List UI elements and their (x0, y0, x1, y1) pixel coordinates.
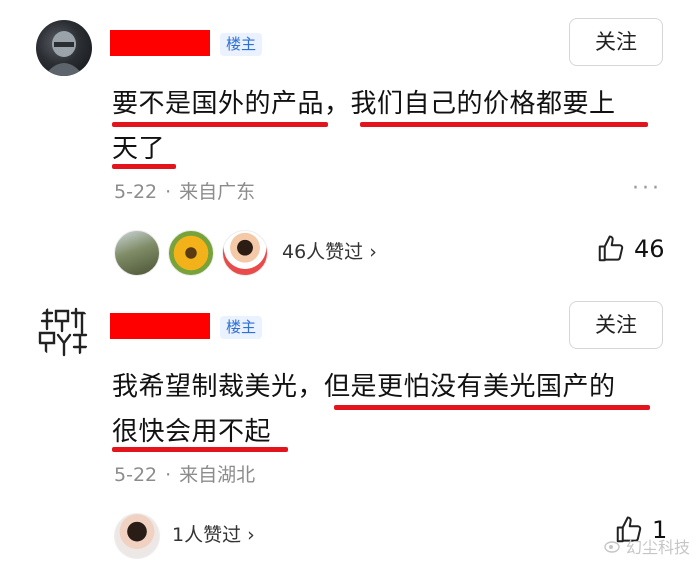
separator-dot: · (165, 181, 172, 203)
comment-text-line: 天了 (112, 134, 166, 164)
comment-date: 5-22 (114, 464, 158, 486)
highlight-underline (112, 122, 328, 127)
redacted-username (110, 313, 210, 339)
weibo-icon (604, 541, 620, 553)
comment-text: 我希望制裁美光，但是更怕没有美光国产的 很快会用不起 (112, 365, 657, 455)
comment-item: 楼主 关注 要不是国外的产品，我们自己的价格都要上 天了 5-22 · 来自广东 ·… (0, 0, 700, 283)
comment-location: 来自湖北 (179, 464, 256, 486)
comment-text: 要不是国外的产品，我们自己的价格都要上 天了 (112, 82, 657, 172)
separator-dot: · (165, 464, 172, 486)
watermark: 幻尘科技 (604, 534, 690, 558)
likers-count-link[interactable]: 46人赞过 › (282, 240, 377, 264)
like-count: 46 (634, 235, 665, 263)
liker-avatar (114, 513, 160, 559)
highlight-underline (334, 405, 650, 410)
avatar[interactable] (36, 20, 92, 76)
thumbs-up-icon (598, 235, 624, 262)
comment-meta: 5-22 · 来自湖北 (114, 463, 255, 487)
op-badge: 楼主 (220, 316, 263, 339)
redacted-username (110, 30, 210, 56)
likers-count-link[interactable]: 1人赞过 › (172, 523, 255, 547)
liker-avatar (222, 230, 268, 276)
liker-avatar (114, 230, 160, 276)
follow-button[interactable]: 关注 (569, 301, 663, 349)
comment-text-line: 我希望制裁美光，但是更怕没有美光国产的 (112, 372, 616, 402)
comment-meta: 5-22 · 来自广东 (114, 180, 255, 204)
liker-avatar (168, 230, 214, 276)
more-options-icon[interactable]: ··· (632, 176, 662, 201)
avatar[interactable] (36, 303, 92, 359)
comment-text-line: 要不是国外的产品，我们自己的价格都要上 (112, 89, 616, 119)
follow-button[interactable]: 关注 (569, 18, 663, 66)
comment-date: 5-22 (114, 181, 158, 203)
op-badge: 楼主 (220, 33, 263, 56)
watermark-text: 幻尘科技 (625, 538, 690, 557)
highlight-underline (360, 122, 648, 127)
highlight-underline (112, 164, 176, 169)
like-button[interactable]: 46 (596, 234, 665, 264)
highlight-underline (112, 447, 288, 452)
comment-location: 来自广东 (179, 181, 256, 203)
comment-item: 楼主 关注 我希望制裁美光，但是更怕没有美光国产的 很快会用不起 5-22 · 来自… (0, 283, 700, 566)
